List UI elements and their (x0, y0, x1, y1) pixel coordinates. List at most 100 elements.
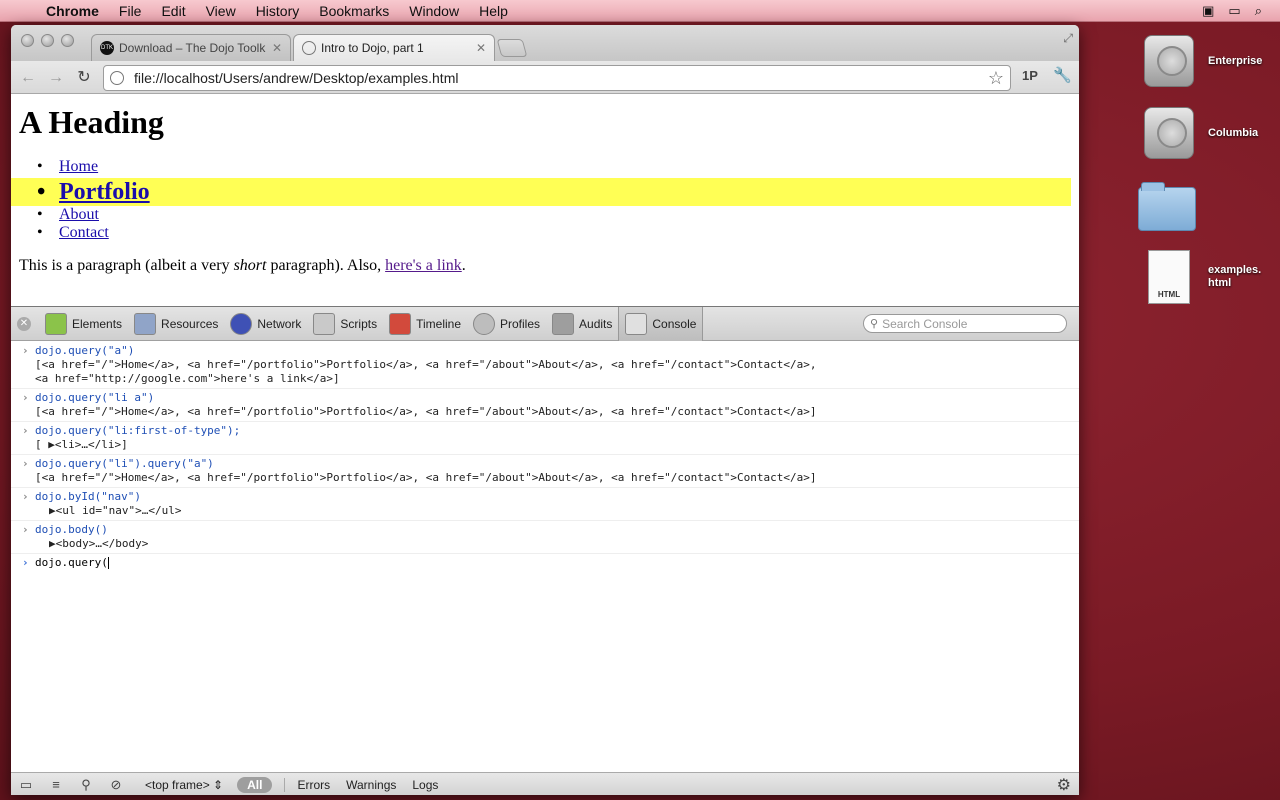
back-button[interactable]: ← (17, 67, 39, 89)
devtools-panel: ✕ Elements Resources Network Scripts Tim… (11, 306, 1079, 795)
filter-logs-button[interactable]: Logs (404, 778, 446, 792)
folder-icon (1138, 182, 1196, 231)
tab-resources[interactable]: Resources (128, 307, 224, 341)
audits-icon (552, 312, 575, 335)
tab-dojo-download[interactable]: DTK Download – The Dojo Toolkit ✕ (91, 34, 291, 61)
page-info-icon[interactable] (110, 71, 124, 85)
tab-intro-to-dojo[interactable]: Intro to Dojo, part 1 ✕ (293, 34, 495, 61)
console-entry: dojo.body() ▶<body>…</body> (11, 521, 1079, 554)
console-entry: dojo.query("li:first-of-type"); [ ▶<li>…… (11, 422, 1079, 455)
console-result[interactable]: [ ▶<li>…</li>] (11, 438, 1079, 452)
zoom-window-button[interactable] (61, 34, 74, 47)
filter-all-button[interactable]: All (237, 776, 273, 793)
filter-errors-button[interactable]: Errors (289, 778, 338, 792)
forward-button[interactable]: → (45, 67, 67, 89)
desktop-icon-folder[interactable] (1138, 180, 1278, 238)
console-result[interactable]: [<a href="/">Home</a>, <a href="/portfol… (11, 471, 1079, 485)
close-window-button[interactable] (21, 34, 34, 47)
search-console-input[interactable]: ⚲ Search Console (863, 314, 1067, 333)
menu-view[interactable]: View (196, 0, 246, 22)
frame-selector[interactable]: <top frame> ⇕ (139, 778, 229, 792)
nav-item-home: Home (11, 158, 1079, 176)
desktop-icon-examples-html[interactable]: HTML examples. html (1140, 248, 1280, 306)
menu-file[interactable]: File (109, 0, 152, 22)
hard-drive-icon (1144, 107, 1194, 159)
tab-title: Intro to Dojo, part 1 (321, 41, 424, 55)
dock-icon[interactable]: ▭ (11, 777, 41, 793)
console-command: dojo.byId("nav") (11, 490, 1079, 504)
desktop-icon-label: Columbia (1208, 126, 1259, 139)
console-command: dojo.query("li a") (11, 391, 1079, 405)
nav-link-contact[interactable]: Contact (59, 224, 109, 241)
menu-help[interactable]: Help (469, 0, 518, 22)
console-prompt-input[interactable]: dojo.query( (11, 556, 1079, 570)
console-result[interactable]: <a href="http://google.com">here's a lin… (11, 372, 1079, 386)
console-icon (625, 312, 648, 335)
close-tab-icon[interactable]: ✕ (476, 41, 486, 55)
desktop-icon-label: Enterprise (1208, 54, 1263, 67)
network-icon (230, 312, 253, 335)
desktop-icon-label: examples. html (1208, 264, 1262, 289)
desktop-icon-columbia[interactable]: Columbia (1140, 104, 1280, 162)
close-devtools-icon[interactable]: ✕ (17, 316, 31, 331)
nav-link-portfolio[interactable]: Portfolio (59, 179, 150, 205)
bookmark-star-icon[interactable]: ☆ (988, 68, 1004, 89)
tab-elements[interactable]: Elements (39, 307, 128, 341)
menu-window[interactable]: Window (399, 0, 469, 22)
console-result[interactable]: [<a href="/">Home</a>, <a href="/portfol… (11, 358, 1079, 372)
console-entry: dojo.byId("nav") ▶<ul id="nav">…</ul> (11, 488, 1079, 521)
nav-item-contact: Contact (11, 224, 1079, 242)
console-command: dojo.query("li").query("a") (11, 457, 1079, 471)
inspect-search-icon[interactable]: ⚲ (71, 777, 101, 793)
console-result[interactable]: ▶<ul id="nav">…</ul> (11, 504, 1079, 518)
fullscreen-icon[interactable]: ⤢ (1063, 31, 1073, 46)
tab-strip: DTK Download – The Dojo Toolkit ✕ Intro … (11, 25, 1079, 61)
camera-icon[interactable]: ▣ (1202, 3, 1214, 19)
nav-list: Home Portfolio About Contact (11, 158, 1079, 242)
menu-edit[interactable]: Edit (151, 0, 195, 22)
console-result[interactable]: ▶<body>…</body> (11, 537, 1079, 551)
console-result[interactable]: [<a href="/">Home</a>, <a href="/portfol… (11, 405, 1079, 419)
text-caret (107, 557, 109, 569)
tab-console[interactable]: Console (618, 306, 704, 341)
new-tab-button[interactable] (496, 39, 528, 57)
console-entry: dojo.query("li a") [<a href="/">Home</a>… (11, 389, 1079, 422)
tab-scripts[interactable]: Scripts (307, 307, 383, 341)
console-command: dojo.query("a") (11, 344, 1079, 358)
tab-audits[interactable]: Audits (546, 307, 618, 341)
paragraph-emphasis: short (233, 257, 267, 274)
hard-drive-icon (1144, 35, 1194, 87)
filter-warnings-button[interactable]: Warnings (338, 778, 404, 792)
profiles-icon (473, 312, 495, 335)
nav-item-portfolio: Portfolio (11, 178, 1071, 206)
tab-profiles[interactable]: Profiles (467, 307, 546, 341)
paragraph-link[interactable]: here's a link (385, 257, 462, 274)
resources-icon (134, 312, 157, 335)
address-bar[interactable]: file://localhost/Users/andrew/Desktop/ex… (103, 65, 1011, 91)
nav-link-home[interactable]: Home (59, 158, 98, 175)
battery-icon[interactable]: ▭ (1228, 3, 1240, 19)
menu-history[interactable]: History (246, 0, 310, 22)
menu-bookmarks[interactable]: Bookmarks (309, 0, 399, 22)
console-command: dojo.body() (11, 523, 1079, 537)
console-log: dojo.query("a") [<a href="/">Home</a>, <… (11, 342, 1079, 772)
web-page: A Heading Home Portfolio About Contact T… (11, 94, 1079, 306)
minimize-window-button[interactable] (41, 34, 54, 47)
desktop-icon-enterprise[interactable]: Enterprise (1140, 32, 1280, 90)
page-heading: A Heading (19, 104, 164, 140)
wrench-menu-icon[interactable]: 🔧 (1053, 66, 1072, 84)
menu-extras: ▣ ▭ ⌕ (1202, 3, 1280, 19)
browser-window: DTK Download – The Dojo Toolkit ✕ Intro … (11, 25, 1079, 795)
clear-console-icon[interactable]: ⊘ (101, 777, 131, 793)
close-tab-icon[interactable]: ✕ (272, 41, 282, 55)
menu-app-chrome[interactable]: Chrome (36, 0, 109, 22)
spotlight-search-icon[interactable]: ⌕ (1255, 3, 1262, 19)
tab-timeline[interactable]: Timeline (383, 307, 467, 341)
onepassword-extension-button[interactable]: 1P (1022, 68, 1038, 83)
show-console-icon[interactable]: ≡ (41, 777, 71, 792)
reload-button[interactable]: ↻ (73, 67, 95, 89)
tab-network[interactable]: Network (224, 307, 307, 341)
gear-icon[interactable]: ⚙ (1057, 775, 1071, 795)
nav-link-about[interactable]: About (59, 206, 99, 223)
desktop: Chrome File Edit View History Bookmarks … (0, 0, 1280, 800)
